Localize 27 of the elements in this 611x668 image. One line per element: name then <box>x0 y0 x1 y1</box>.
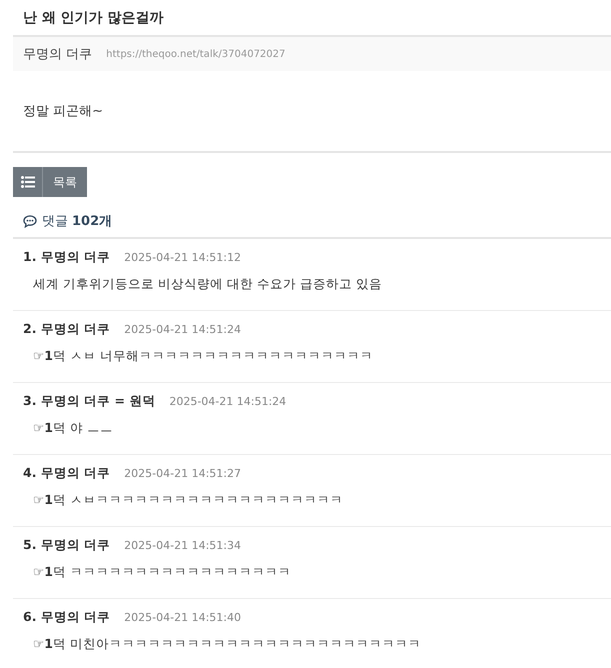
speech-bubble-icon <box>23 214 37 228</box>
post-url[interactable]: https://theqoo.net/talk/3704072027 <box>106 48 286 60</box>
comment-text: ☞1덕 미친아ㅋㅋㅋㅋㅋㅋㅋㅋㅋㅋㅋㅋㅋㅋㅋㅋㅋㅋㅋㅋㅋㅋㅋㅋ <box>33 636 421 651</box>
comment-author: 6. 무명의 더쿠 <box>23 609 110 626</box>
comment-time: 2025-04-21 14:51:34 <box>124 539 241 552</box>
comment-author: 2. 무명의 더쿠 <box>23 321 110 338</box>
comment-author: 1. 무명의 더쿠 <box>23 249 110 266</box>
comment-author: 4. 무명의 더쿠 <box>23 465 110 482</box>
comment-text: 세계 기후위기등으로 비상식량에 대한 수요가 급증하고 있음 <box>33 276 382 291</box>
list-icon <box>20 176 34 188</box>
comment-author: 5. 무명의 더쿠 <box>23 537 110 554</box>
comment-time: 2025-04-21 14:51:27 <box>124 467 241 480</box>
comment-author: 3. 무명의 더쿠 = 원덕 <box>23 393 156 410</box>
comment-time: 2025-04-21 14:51:12 <box>124 251 241 264</box>
post-body: 정말 피곤해~ <box>23 103 104 120</box>
comment-text: ☞1덕 ㅅㅂㅋㅋㅋㅋㅋㅋㅋㅋㅋㅋㅋㅋㅋㅋㅋㅋㅋㅋㅋ <box>33 492 343 507</box>
comment-text: ☞1덕 ㅅㅂ 너무해ㅋㅋㅋㅋㅋㅋㅋㅋㅋㅋㅋㅋㅋㅋㅋㅋㅋㅋ <box>33 348 373 363</box>
comment-time: 2025-04-21 14:51:24 <box>169 395 286 408</box>
comment-time: 2025-04-21 14:51:40 <box>124 611 241 624</box>
post-title: 난 왜 인기가 많은걸까 <box>23 8 164 26</box>
comment-text: ☞1덕 ㅋㅋㅋㅋㅋㅋㅋㅋㅋㅋㅋㅋㅋㅋㅋㅋㅋ <box>33 564 291 579</box>
comments-label: 댓글 <box>42 213 68 230</box>
comment-text: ☞1덕 야 ㅡㅡ <box>33 420 113 435</box>
post-author: 무명의 더쿠 <box>23 46 92 63</box>
comment-time: 2025-04-21 14:51:24 <box>124 323 241 336</box>
list-button[interactable]: 목록 <box>13 167 87 197</box>
comments-count: 102개 <box>72 213 112 230</box>
